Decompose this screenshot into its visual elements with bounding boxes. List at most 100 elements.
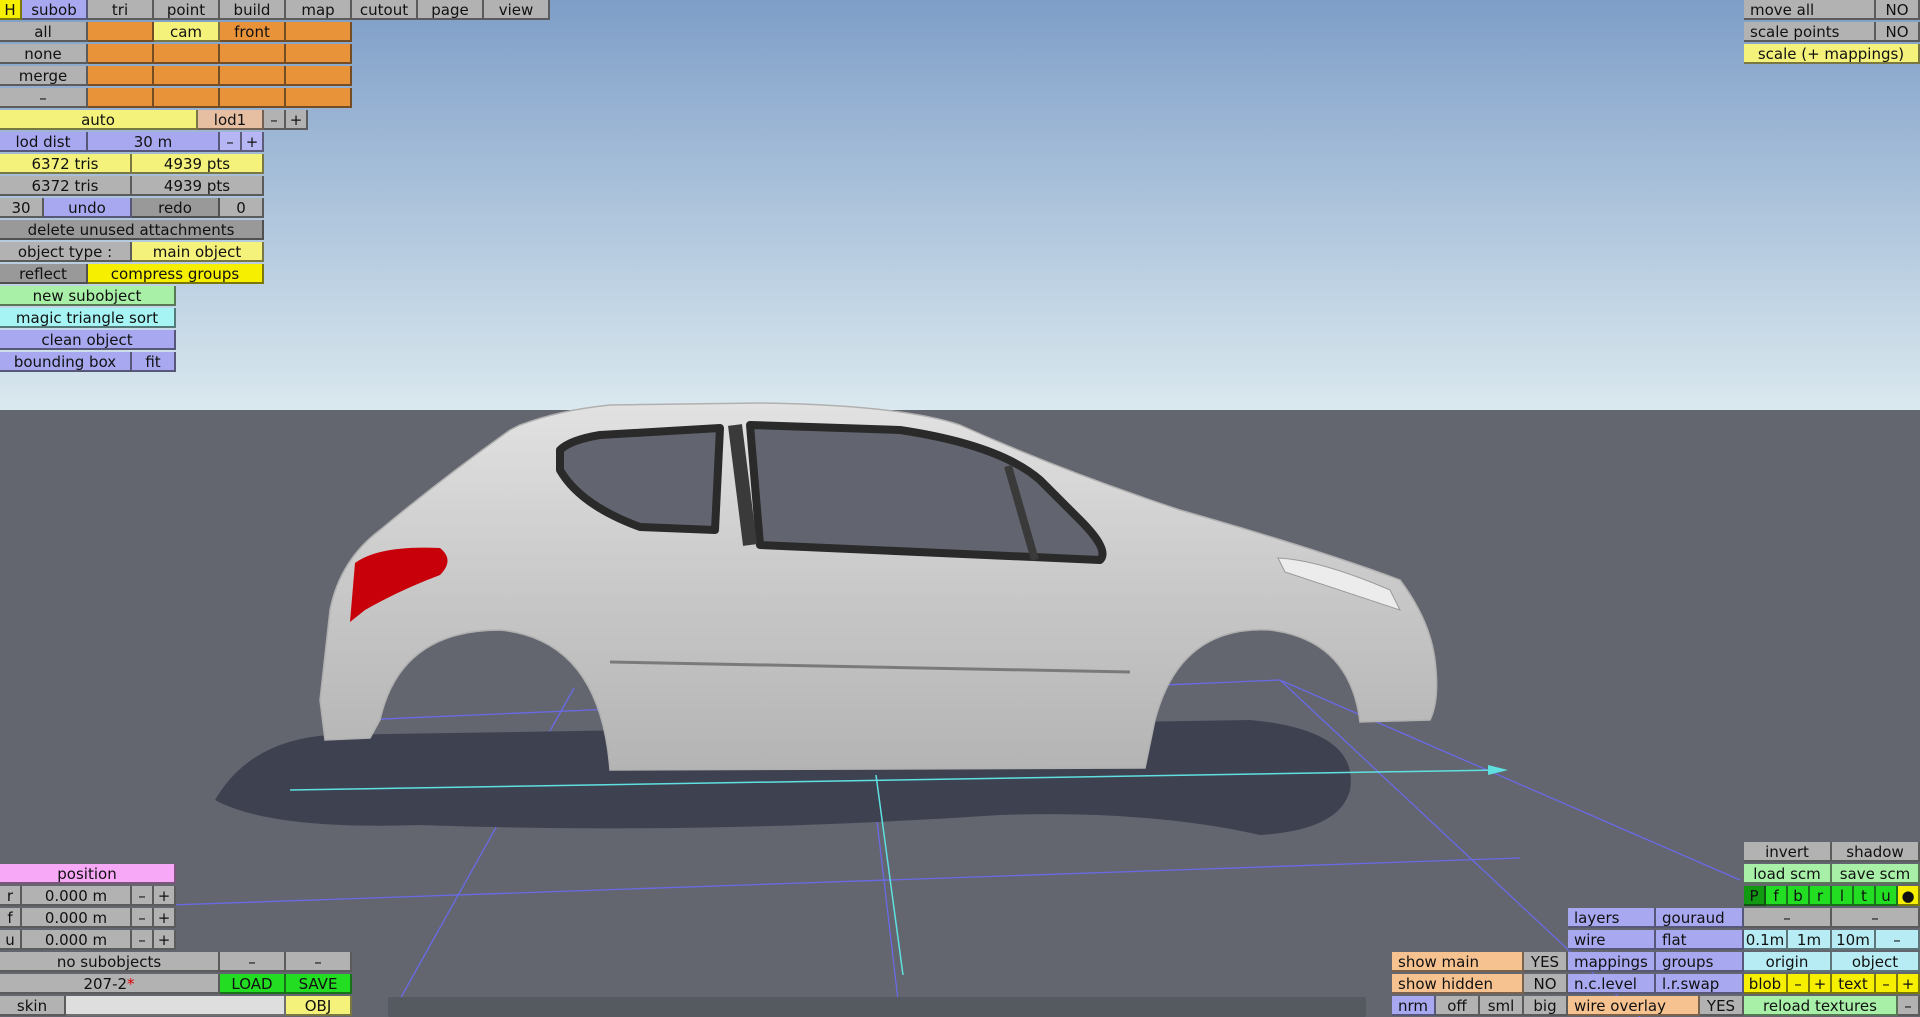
new-subobject-button[interactable]: new subobject — [0, 286, 176, 306]
select-slot[interactable] — [220, 66, 286, 86]
shadow-button[interactable]: shadow — [1832, 842, 1920, 862]
help-button[interactable]: H — [0, 0, 22, 20]
groups-button[interactable]: groups — [1656, 952, 1744, 972]
normals-nrm-button[interactable]: nrm — [1392, 996, 1436, 1016]
lod-level[interactable]: lod1 — [198, 110, 264, 130]
view-dash-button[interactable]: – — [1832, 908, 1920, 928]
lod-minus-button[interactable]: – — [264, 110, 286, 130]
position-plus-f[interactable]: + — [154, 908, 176, 928]
merge-button[interactable]: merge — [0, 66, 88, 86]
grid-minus-button[interactable]: – — [1876, 930, 1920, 950]
load-scm-button[interactable]: load scm — [1744, 864, 1832, 884]
grid-10m-button[interactable]: 10m — [1832, 930, 1876, 950]
reload-textures-minus-button[interactable]: – — [1898, 996, 1920, 1016]
subobject-status[interactable]: no subobjects — [0, 952, 220, 972]
normals-big-button[interactable]: big — [1524, 996, 1568, 1016]
clean-object-button[interactable]: clean object — [0, 330, 176, 350]
blob-plus-button[interactable]: + — [1810, 974, 1832, 994]
redo-button[interactable]: redo — [132, 198, 220, 218]
position-plus-r[interactable]: + — [154, 886, 176, 906]
cam-button[interactable]: cam — [154, 22, 220, 42]
select-slot[interactable] — [220, 88, 286, 108]
tab-map[interactable]: map — [286, 0, 352, 20]
bounding-box-button[interactable]: bounding box — [0, 352, 132, 372]
undo-button[interactable]: undo — [44, 198, 132, 218]
subobject-next-button[interactable]: – — [286, 952, 352, 972]
compress-groups-button[interactable]: compress groups — [88, 264, 264, 284]
delete-unused-attachments-button[interactable]: delete unused attachments — [0, 220, 264, 240]
position-value-u[interactable]: 0.000 m — [22, 930, 132, 950]
tab-view[interactable]: view — [484, 0, 550, 20]
lr-swap-button[interactable]: l.r.swap — [1656, 974, 1744, 994]
nc-level-button[interactable]: n.c.level — [1568, 974, 1656, 994]
skin-button[interactable]: skin — [0, 996, 66, 1016]
view-left-button[interactable]: l — [1832, 886, 1854, 906]
grid-0.1m-button[interactable]: 0.1m — [1744, 930, 1788, 950]
select-slot[interactable] — [154, 66, 220, 86]
gouraud-button[interactable]: gouraud — [1656, 908, 1744, 928]
view-dot-icon[interactable]: ● — [1898, 886, 1920, 906]
select-slot[interactable] — [286, 44, 352, 64]
fit-button[interactable]: fit — [132, 352, 176, 372]
tab-page[interactable]: page — [418, 0, 484, 20]
position-minus-r[interactable]: – — [132, 886, 154, 906]
grid-1m-button[interactable]: 1m — [1788, 930, 1832, 950]
lod-auto-button[interactable]: auto — [0, 110, 198, 130]
lod-plus-button[interactable]: + — [286, 110, 308, 130]
obj-button[interactable]: OBJ — [286, 996, 352, 1016]
skin-field[interactable] — [66, 996, 286, 1016]
view-back-button[interactable]: b — [1788, 886, 1810, 906]
tab-point[interactable]: point — [154, 0, 220, 20]
position-value-f[interactable]: 0.000 m — [22, 908, 132, 928]
select-slot[interactable] — [286, 22, 352, 42]
lod-dist-plus-button[interactable]: + — [242, 132, 264, 152]
tab-cutout[interactable]: cutout — [352, 0, 418, 20]
text-minus-button[interactable]: – — [1876, 974, 1898, 994]
select-all-button[interactable]: all — [0, 22, 88, 42]
tab-tri[interactable]: tri — [88, 0, 154, 20]
save-scm-button[interactable]: save scm — [1832, 864, 1920, 884]
select-slot[interactable] — [154, 44, 220, 64]
position-minus-f[interactable]: – — [132, 908, 154, 928]
mappings-button[interactable]: mappings — [1568, 952, 1656, 972]
view-front-button[interactable]: f — [1766, 886, 1788, 906]
wire-overlay-toggle[interactable]: YES — [1700, 996, 1744, 1016]
origin-button[interactable]: origin — [1744, 952, 1832, 972]
move-all-toggle[interactable]: NO — [1876, 0, 1920, 20]
subobject-prev-button[interactable]: – — [220, 952, 286, 972]
view-top-button[interactable]: t — [1854, 886, 1876, 906]
select-none-button[interactable]: none — [0, 44, 88, 64]
save-button[interactable]: SAVE — [286, 974, 352, 994]
scale-points-toggle[interactable]: NO — [1876, 22, 1920, 42]
select-slot[interactable] — [154, 88, 220, 108]
position-value-r[interactable]: 0.000 m — [22, 886, 132, 906]
object-type-value[interactable]: main object — [132, 242, 264, 262]
select-slot[interactable] — [88, 22, 154, 42]
lod-dist-minus-button[interactable]: – — [220, 132, 242, 152]
view-dash-button[interactable]: – — [1744, 908, 1832, 928]
wire-button[interactable]: wire — [1568, 930, 1656, 950]
magic-triangle-sort-button[interactable]: magic triangle sort — [0, 308, 176, 328]
blob-minus-button[interactable]: – — [1788, 974, 1810, 994]
reflect-button[interactable]: reflect — [0, 264, 88, 284]
layers-button[interactable]: layers — [1568, 908, 1656, 928]
select-slot[interactable] — [286, 88, 352, 108]
horizontal-scrollbar[interactable] — [388, 997, 1366, 1017]
select-slot[interactable] — [286, 66, 352, 86]
reload-textures-button[interactable]: reload textures — [1744, 996, 1898, 1016]
select-minus-button[interactable]: – — [0, 88, 88, 108]
tab-build[interactable]: build — [220, 0, 286, 20]
load-button[interactable]: LOAD — [220, 974, 286, 994]
position-minus-u[interactable]: – — [132, 930, 154, 950]
front-button[interactable]: front — [220, 22, 286, 42]
normals-off-button[interactable]: off — [1436, 996, 1480, 1016]
tab-subob[interactable]: subob — [22, 0, 88, 20]
scale-mappings-button[interactable]: scale (+ mappings) — [1744, 44, 1920, 64]
select-slot[interactable] — [220, 44, 286, 64]
normals-sml-button[interactable]: sml — [1480, 996, 1524, 1016]
object-button[interactable]: object — [1832, 952, 1920, 972]
text-plus-button[interactable]: + — [1898, 974, 1920, 994]
lod-dist-value[interactable]: 30 m — [88, 132, 220, 152]
select-slot[interactable] — [88, 88, 154, 108]
invert-button[interactable]: invert — [1744, 842, 1832, 862]
